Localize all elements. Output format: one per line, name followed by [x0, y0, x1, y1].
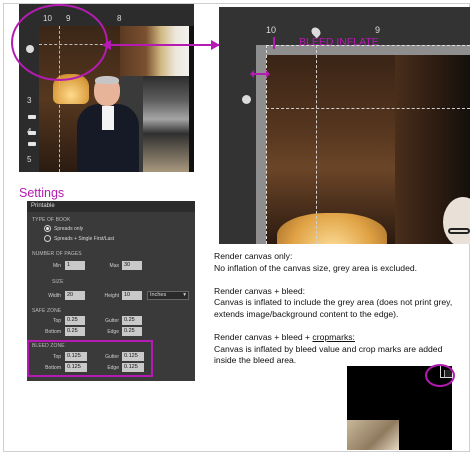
note-canvas-only-title: Render canvas only:	[214, 251, 293, 261]
ruler-label: 10	[266, 25, 277, 35]
ruler-mark	[28, 115, 36, 119]
note-bleed-title: Render canvas + bleed:	[214, 285, 306, 296]
width-label: Width	[48, 293, 61, 299]
settings-heading: Settings	[19, 186, 65, 200]
type-of-book-section: TYPE OF BOOK	[32, 217, 71, 223]
safe-top-input[interactable]: 0.25	[65, 316, 85, 325]
note-cropmarks-title: Render canvas + bleed +	[214, 332, 313, 343]
guide-line-horizontal[interactable]	[266, 108, 470, 109]
bleed-indicator-top	[273, 37, 275, 49]
number-of-pages-section: NUMBER OF PAGES	[32, 251, 82, 257]
ruler-label: 3	[27, 96, 32, 105]
min-label: Min	[52, 263, 61, 269]
chevron-down-icon: ▾	[183, 292, 186, 298]
guide-line-vertical[interactable]	[316, 45, 317, 244]
safe-bottom-input[interactable]: 0.25	[65, 327, 85, 336]
spreads-single-radio[interactable]	[44, 235, 51, 242]
max-pages-input[interactable]: 30	[122, 261, 142, 270]
arrow-head-left-icon	[102, 40, 111, 50]
ruler-label: 5	[27, 155, 32, 164]
radio-label: Spreads + Single First/Last	[54, 236, 115, 242]
size-section: SIZE	[52, 279, 64, 285]
cropmark-highlight-circle	[425, 364, 455, 387]
safe-gutter-input[interactable]: 0.25	[122, 316, 142, 325]
glasses-detail	[448, 228, 470, 234]
note-cropmarks-body: Canvas is inflated by bleed value and cr…	[214, 343, 443, 366]
unit-value: Inches	[150, 292, 167, 298]
cropmarks-photo	[347, 420, 399, 450]
ruler-label: 9	[375, 25, 381, 35]
safe-edge-label: Edge	[107, 329, 119, 335]
safe-zone-section: SAFE ZONE	[32, 308, 62, 314]
highlight-circle	[11, 4, 108, 81]
spreads-only-radio[interactable]	[44, 225, 51, 232]
safe-bottom-label: Bottom	[45, 329, 61, 335]
canvas-photo-strip	[120, 26, 194, 76]
radio-label: Spreads only	[54, 226, 84, 232]
safe-gutter-label: Gutter	[105, 318, 119, 324]
zoom-arrow	[104, 44, 219, 46]
safe-top-label: Top	[52, 318, 61, 324]
canvas-edge	[189, 26, 194, 172]
bleed-inflate-label: BLEED INFLATE	[299, 36, 379, 48]
height-label: Height	[104, 293, 119, 299]
side-photo	[143, 76, 189, 172]
note-cropmarks-title-underlined: cropmarks:	[312, 332, 355, 343]
max-label: Max	[109, 263, 119, 269]
width-input[interactable]: 20	[65, 291, 85, 300]
note-canvas-only-body: No inflation of the canvas size, grey ar…	[214, 262, 418, 273]
guide-pin-icon[interactable]	[242, 95, 251, 104]
safe-edge-input[interactable]: 0.25	[122, 327, 142, 336]
bleed-zone-highlight	[27, 340, 153, 377]
min-pages-input[interactable]: 1	[65, 261, 85, 270]
portrait-photo	[77, 76, 139, 172]
zoomed-vertical-ruler	[219, 7, 256, 244]
render-notes: Render canvas only: No inflation of the …	[214, 251, 464, 379]
ruler-mark	[28, 131, 36, 135]
ruler-mark	[28, 142, 36, 146]
ruler-label: 8	[117, 14, 122, 23]
panel-title: Printable	[27, 201, 195, 212]
bleed-indicator-side	[250, 70, 270, 78]
height-input[interactable]: 10	[122, 291, 142, 300]
unit-select[interactable]: Inches ▾	[147, 291, 189, 300]
note-bleed-body: Canvas is inflated to include the grey a…	[214, 297, 453, 319]
